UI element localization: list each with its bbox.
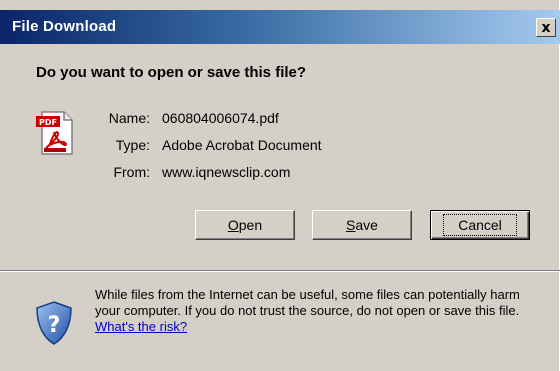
file-source-label: From: [113, 164, 150, 180]
file-name-value: 060804006074.pdf [162, 110, 279, 126]
svg-text:?: ? [48, 313, 61, 338]
file-type-value: Adobe Acrobat Document [162, 137, 322, 153]
file-download-dialog: File Download x Do you want to open or s… [0, 0, 560, 371]
whats-the-risk-link[interactable]: What's the risk? [95, 319, 187, 334]
file-type-label: Type: [115, 137, 150, 153]
warning-text: While files from the Internet can be use… [95, 287, 520, 318]
save-button-label: Save [346, 217, 378, 233]
save-button[interactable]: Save [312, 210, 412, 240]
close-icon: x [541, 19, 551, 36]
title-bar[interactable]: File Download x [0, 10, 560, 44]
file-source-value: www.iqnewsclip.com [162, 164, 291, 180]
file-name-label: Name: [108, 110, 150, 126]
pdf-file-icon: PDF [36, 111, 73, 155]
close-button[interactable]: x [536, 18, 556, 37]
window-title: File Download [12, 18, 117, 35]
cancel-button[interactable]: Cancel [430, 210, 530, 240]
shield-question-icon: ? [36, 301, 72, 345]
open-button-label: Open [227, 217, 263, 233]
divider-highlight [0, 271, 560, 272]
open-button[interactable]: Open [195, 210, 295, 240]
dialog-question: Do you want to open or save this file? [36, 64, 307, 81]
svg-text:PDF: PDF [39, 118, 57, 127]
cancel-button-label: Cancel [443, 214, 517, 236]
security-warning: While files from the Internet can be use… [95, 287, 545, 335]
